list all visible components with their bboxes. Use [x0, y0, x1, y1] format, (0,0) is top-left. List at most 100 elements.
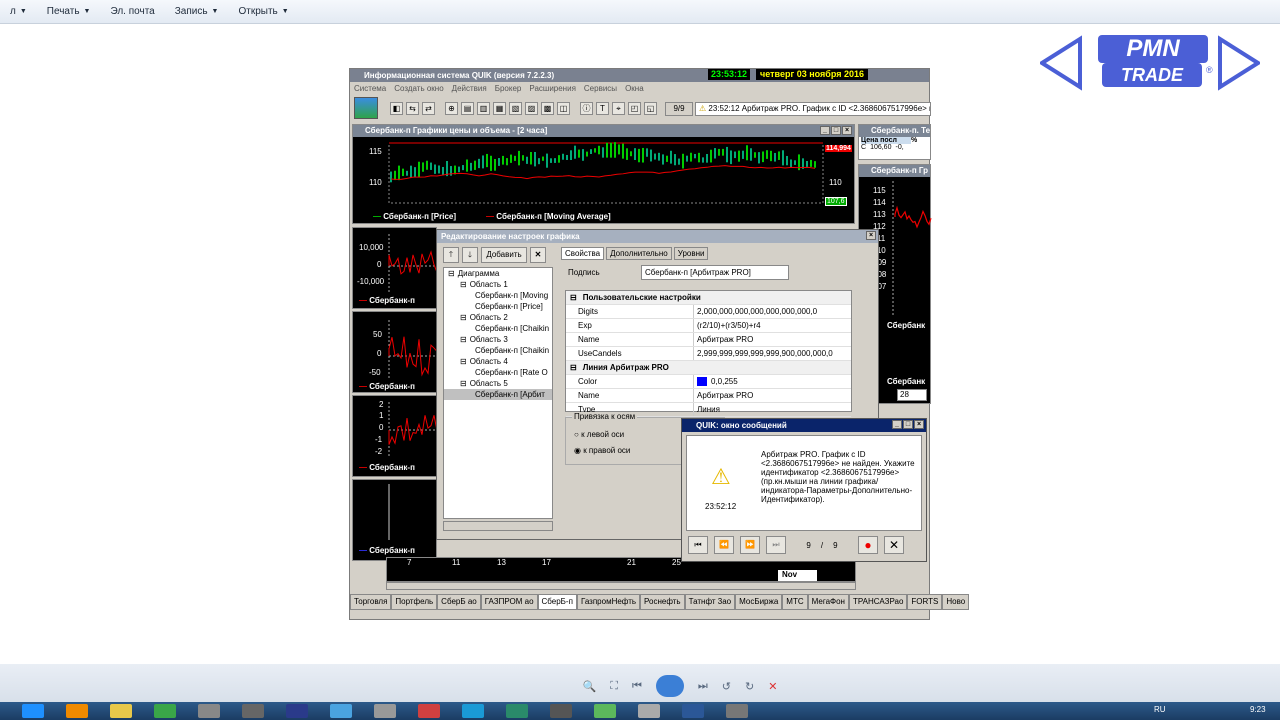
- toolbar-btn-5[interactable]: ▤: [461, 101, 474, 115]
- tree-expand-icon[interactable]: ⊟: [460, 313, 467, 322]
- text-icon[interactable]: T: [596, 101, 609, 115]
- msgbox-close[interactable]: ×: [914, 420, 924, 429]
- property-row[interactable]: Name Арбитраж PRO: [566, 389, 851, 403]
- rotate-left-icon[interactable]: ↺: [722, 680, 731, 693]
- msgbox-minimize[interactable]: _: [892, 420, 902, 429]
- dialog-tab[interactable]: Свойства: [561, 247, 605, 260]
- tree-node[interactable]: Сбербанк-п [Chaikin: [444, 345, 552, 356]
- toolbar-btn-4[interactable]: ⊕: [445, 101, 458, 115]
- toolbar-btn-13[interactable]: ◰: [628, 101, 641, 115]
- tree-node[interactable]: Сбербанк-п [Chaikin: [444, 323, 552, 334]
- previous-icon[interactable]: ⏮: [632, 680, 642, 693]
- property-row[interactable]: Digits 2,000,000,000,000,000,000,000,0: [566, 305, 851, 319]
- toolbar-btn-2[interactable]: ⇆: [406, 101, 419, 115]
- menu-item-5[interactable]: Сервисы: [584, 83, 617, 95]
- window-tab[interactable]: Торговля: [350, 594, 392, 610]
- last-message-button[interactable]: ⏭: [766, 536, 786, 554]
- collapse-icon[interactable]: ⊟: [570, 291, 577, 304]
- radio-left-axis[interactable]: ○ к левой оси: [574, 430, 624, 439]
- menu-item-3[interactable]: Брокер: [495, 83, 522, 95]
- tree-node[interactable]: Сбербанк-п [Арбит: [444, 389, 552, 400]
- skype-icon[interactable]: [462, 704, 484, 718]
- add-button[interactable]: Добавить: [481, 247, 527, 263]
- toolbar-btn-6[interactable]: ▥: [477, 101, 490, 115]
- tree-node[interactable]: ⊟ Область 2: [444, 312, 552, 323]
- window-tab[interactable]: Портфель: [391, 594, 438, 610]
- language-indicator[interactable]: RU: [1154, 705, 1166, 714]
- app-icon-8[interactable]: [550, 704, 572, 718]
- property-row[interactable]: Color 0,0,255: [566, 375, 851, 389]
- quote-window[interactable]: Сбербанк-п. Те Цена посл% С 106,60 -0,: [858, 124, 931, 160]
- slideshow-icon[interactable]: [655, 675, 684, 697]
- tree-expand-icon[interactable]: ⊟: [460, 335, 467, 344]
- toolbar-btn-1[interactable]: ◧: [390, 101, 403, 115]
- quik-logo-icon[interactable]: [354, 97, 378, 119]
- horizontal-scrollbar[interactable]: [386, 582, 856, 590]
- message-line[interactable]: ⚠ 23:52:12 Арбитраж PRO. График с ID <2.…: [695, 102, 931, 116]
- first-message-button[interactable]: ⏮: [688, 536, 708, 554]
- toolbar-btn-10[interactable]: ▩: [541, 101, 554, 115]
- indicator-panel-4[interactable]: 2 1 0 -1 -2 — Сбербанк-п: [352, 395, 438, 477]
- maximize-button[interactable]: □: [831, 126, 841, 135]
- taskbar-clock[interactable]: 9:23: [1250, 705, 1266, 714]
- property-value[interactable]: Линия: [694, 403, 851, 416]
- indicator-panel-3[interactable]: 50 0 -50 — Сбербанк-п: [352, 311, 438, 393]
- property-section[interactable]: ⊟ Линия Арбитраж PRO: [566, 361, 851, 375]
- dialog-close-button[interactable]: ×: [866, 231, 876, 240]
- toolbar-btn-12[interactable]: ⌖: [612, 101, 625, 115]
- toolbar-btn-11[interactable]: ◫: [557, 101, 570, 115]
- toolbar-btn-3[interactable]: ⇄: [422, 101, 435, 115]
- tree-expand-icon[interactable]: ⊟: [460, 357, 467, 366]
- record-button[interactable]: ●: [858, 536, 878, 554]
- msgbox-maximize[interactable]: □: [903, 420, 913, 429]
- tree-node[interactable]: Сбербанк-п [Price]: [444, 301, 552, 312]
- property-value[interactable]: Арбитраж PRO: [694, 333, 851, 346]
- toolbar-menu-0[interactable]: л ▼: [0, 6, 37, 17]
- tree-node[interactable]: ⊟ Область 1: [444, 279, 552, 290]
- tree-scrollbar[interactable]: [443, 521, 553, 531]
- indicator-panel-2[interactable]: 10,000 0 -10,000 — Сбербанк-п: [352, 227, 438, 309]
- property-value[interactable]: (r2/10)+(r3/50)+r4: [694, 319, 851, 332]
- menu-item-2[interactable]: Действия: [452, 83, 487, 95]
- tree-node[interactable]: ⊟ Область 4: [444, 356, 552, 367]
- rotate-right-icon[interactable]: ↻: [745, 680, 754, 693]
- toolbar-menu-4[interactable]: Открыть ▼: [228, 6, 298, 17]
- dialog-tab[interactable]: Уровни: [673, 247, 709, 260]
- window-tab[interactable]: МегаФон: [807, 594, 849, 610]
- property-section[interactable]: ⊟ Пользовательские настройки: [566, 291, 851, 305]
- close-messages-button[interactable]: ✕: [884, 536, 904, 554]
- indicator-panel-5[interactable]: — Сбербанк-п: [352, 479, 437, 561]
- area-tree[interactable]: ⊟ Диаграмма ⊟ Область 1 Сбербанк-п [Moving Сб…: [443, 267, 553, 519]
- app-icon-7[interactable]: [506, 704, 528, 718]
- window-tab[interactable]: МТС: [782, 594, 808, 610]
- window-tab[interactable]: Татнфт 3ао: [684, 594, 736, 610]
- window-tab[interactable]: ГАЗПРОМ ао: [480, 594, 538, 610]
- window-tab[interactable]: МосБиржа: [735, 594, 783, 610]
- move-up-button[interactable]: 🡑: [443, 247, 459, 263]
- app-icon-3[interactable]: [242, 704, 264, 718]
- fit-icon[interactable]: ⛶: [610, 680, 618, 693]
- property-value[interactable]: Арбитраж PRO: [694, 389, 851, 402]
- tree-node[interactable]: Сбербанк-п [Rate O: [444, 367, 552, 378]
- app-icon-2[interactable]: [198, 704, 220, 718]
- zoom-icon[interactable]: 🔍: [583, 680, 597, 693]
- app-icon-9[interactable]: [594, 704, 616, 718]
- tree-expand-icon[interactable]: ⊟: [448, 269, 455, 278]
- caption-field[interactable]: Сбербанк-п [Арбитраж PRO]: [641, 265, 789, 280]
- window-tab[interactable]: Роснефть: [640, 594, 685, 610]
- app-icon-5[interactable]: [374, 704, 396, 718]
- ie-icon[interactable]: [22, 704, 44, 718]
- toolbar-btn-8[interactable]: ▧: [509, 101, 522, 115]
- menu-item-6[interactable]: Окна: [625, 83, 644, 95]
- window-tab[interactable]: ТРАНСАЗРао: [848, 594, 908, 610]
- tree-node[interactable]: ⊟ Область 3: [444, 334, 552, 345]
- collapse-icon[interactable]: ⊟: [570, 361, 577, 374]
- delete-button[interactable]: ✕: [530, 247, 546, 263]
- window-tab[interactable]: FORTS: [907, 594, 943, 610]
- toolbar-btn-9[interactable]: ▨: [525, 101, 538, 115]
- minimize-button[interactable]: _: [820, 126, 830, 135]
- menu-item-1[interactable]: Создать окно: [394, 83, 443, 95]
- next-message-button[interactable]: ⏩: [740, 536, 760, 554]
- prev-message-button[interactable]: ⏪: [714, 536, 734, 554]
- app-icon-11[interactable]: [726, 704, 748, 718]
